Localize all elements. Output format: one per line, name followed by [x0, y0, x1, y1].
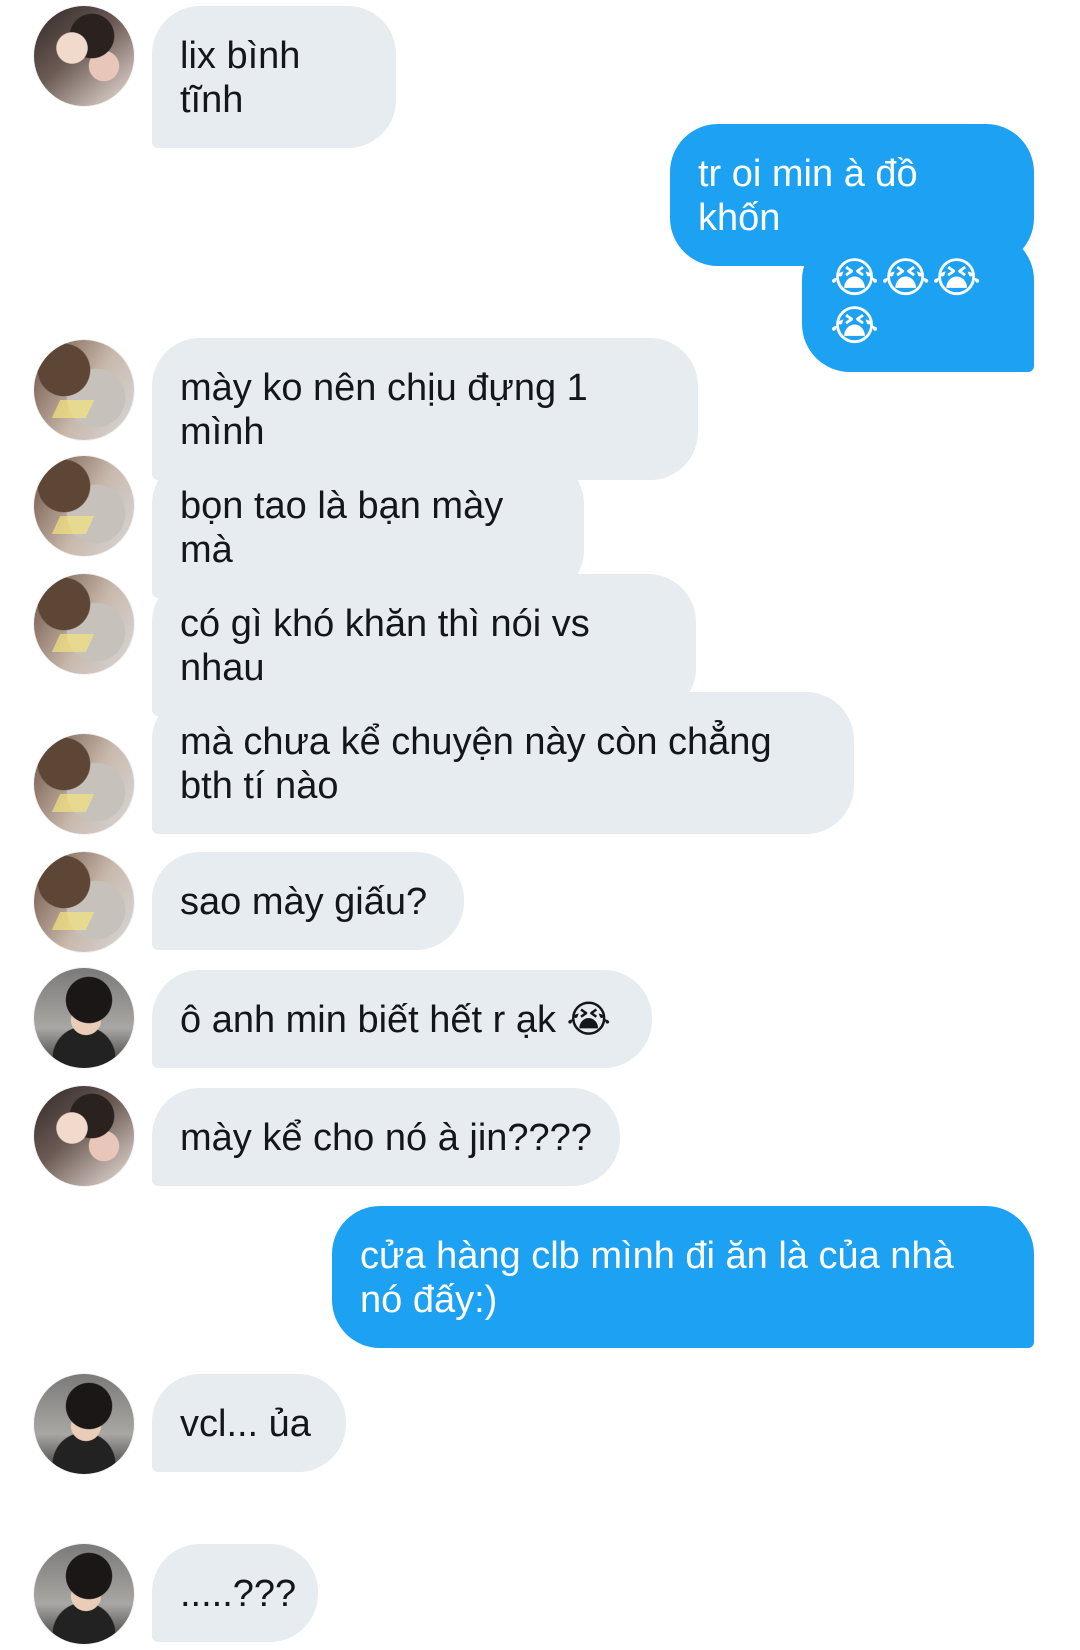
- message-text: có gì khó khăn thì nói vs nhau: [180, 603, 590, 689]
- message-text: mà chưa kể chuyện này còn chẳng bth tí n…: [180, 721, 772, 807]
- sender-avatar[interactable]: [34, 968, 134, 1068]
- message-bubble-received[interactable]: lix bình tĩnh: [152, 6, 396, 148]
- message-bubble-received[interactable]: mà chưa kể chuyện này còn chẳng bth tí n…: [152, 692, 854, 834]
- message-text: mày kể cho nó à jin????: [180, 1117, 592, 1159]
- message-text: 😭😭😭😭: [830, 254, 984, 349]
- message-bubble-sent[interactable]: cửa hàng clb mình đi ăn là của nhà nó đấ…: [332, 1206, 1034, 1348]
- message-text: cửa hàng clb mình đi ăn là của nhà nó đấ…: [360, 1235, 954, 1321]
- sender-avatar[interactable]: [34, 340, 134, 440]
- message-text: vcl... ủa: [180, 1403, 311, 1445]
- message-text: .....???: [180, 1573, 297, 1615]
- message-text: sao mày giấu?: [180, 881, 428, 923]
- message-text: mày ko nên chịu đựng 1 mình: [180, 367, 588, 453]
- sender-avatar[interactable]: [34, 456, 134, 556]
- message-bubble-received[interactable]: .....???: [152, 1544, 318, 1642]
- message-text: bọn tao là bạn mày mà: [180, 485, 504, 571]
- message-bubble-received[interactable]: sao mày giấu?: [152, 852, 464, 950]
- sender-avatar[interactable]: [34, 852, 134, 952]
- message-bubble-received[interactable]: mày kể cho nó à jin????: [152, 1088, 620, 1186]
- sender-avatar[interactable]: [34, 6, 134, 106]
- sender-avatar[interactable]: [34, 1374, 134, 1474]
- message-text: tr oi min à đồ khốn: [698, 153, 918, 239]
- message-bubble-received[interactable]: vcl... ủa: [152, 1374, 346, 1472]
- chat-thread: lix bình tĩnh tr oi min à đồ khốn 😭😭😭😭 m…: [0, 0, 1080, 1650]
- sender-avatar[interactable]: [34, 734, 134, 834]
- message-bubble-sent[interactable]: 😭😭😭😭: [802, 232, 1034, 372]
- sender-avatar[interactable]: [34, 1544, 134, 1644]
- sender-avatar[interactable]: [34, 574, 134, 674]
- message-text: lix bình tĩnh: [180, 35, 301, 121]
- message-bubble-received[interactable]: ô anh min biết hết r ạk 😭: [152, 970, 652, 1068]
- sender-avatar[interactable]: [34, 1086, 134, 1186]
- message-text: ô anh min biết hết r ạk 😭: [180, 999, 611, 1041]
